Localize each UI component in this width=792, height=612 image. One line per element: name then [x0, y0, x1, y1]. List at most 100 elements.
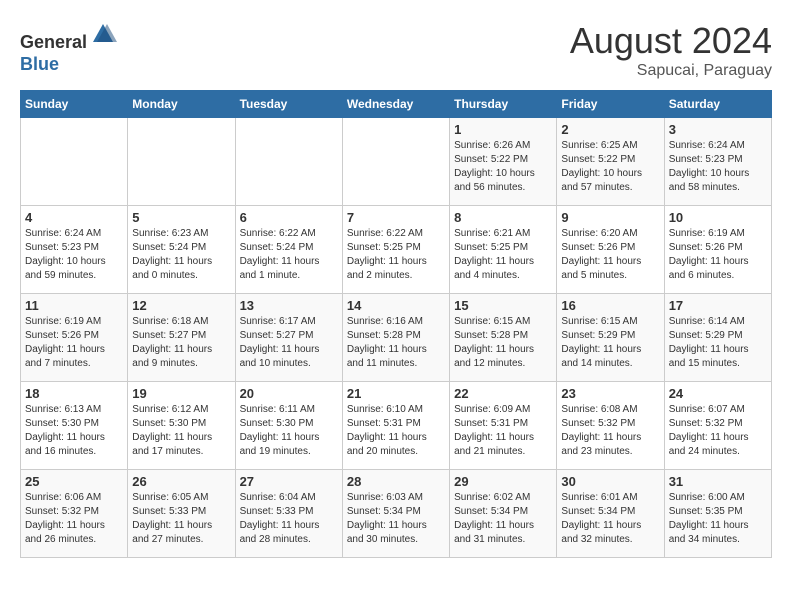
- location-subtitle: Sapucai, Paraguay: [570, 62, 772, 80]
- day-cell: 30 Sunrise: 6:01 AMSunset: 5:34 PMDayligh…: [557, 470, 664, 558]
- logo-blue: Blue: [20, 54, 59, 74]
- logo: General Blue: [20, 20, 117, 75]
- cell-info: Sunrise: 6:16 AMSunset: 5:28 PMDaylight:…: [347, 315, 445, 371]
- day-cell: 25Sunrise: 6:06 AMSunset: 5:32 PMDayligh…: [21, 470, 128, 558]
- logo-icon: [89, 20, 117, 48]
- cell-info: Sunrise: 6:22 AMSunset: 5:25 PMDaylight:…: [347, 227, 445, 283]
- cell-info: Sunrise: 6:07 AMSunset: 5:32 PMDaylight:…: [669, 403, 767, 459]
- day-cell: 9 Sunrise: 6:20 AMSunset: 5:26 PMDaylight…: [557, 206, 664, 294]
- day-header-monday: Monday: [128, 91, 235, 118]
- day-number: 28: [347, 474, 445, 489]
- day-number: 16: [561, 298, 659, 313]
- day-cell: 27Sunrise: 6:04 AMSunset: 5:33 PMDayligh…: [235, 470, 342, 558]
- week-row-1: 1 Sunrise: 6:26 AMSunset: 5:22 PMDaylight…: [21, 118, 772, 206]
- day-cell: [342, 118, 449, 206]
- day-cell: 11Sunrise: 6:19 AMSunset: 5:26 PMDayligh…: [21, 294, 128, 382]
- cell-info: Sunrise: 6:23 AMSunset: 5:24 PMDaylight:…: [132, 227, 230, 283]
- cell-info: Sunrise: 6:15 AMSunset: 5:28 PMDaylight:…: [454, 315, 552, 371]
- cell-info: Sunrise: 6:12 AMSunset: 5:30 PMDaylight:…: [132, 403, 230, 459]
- day-number: 21: [347, 386, 445, 401]
- day-cell: 13 Sunrise: 6:17 AMSunset: 5:27 PMDayligh…: [235, 294, 342, 382]
- day-number: 6: [240, 210, 338, 225]
- cell-info: Sunrise: 6:22 AMSunset: 5:24 PMDaylight:…: [240, 227, 338, 283]
- day-number: 29: [454, 474, 552, 489]
- day-number: 24: [669, 386, 767, 401]
- day-number: 20: [240, 386, 338, 401]
- cell-info: Sunrise: 6:26 AMSunset: 5:22 PMDaylight:…: [454, 139, 552, 195]
- cell-info: Sunrise: 6:21 AMSunset: 5:25 PMDaylight:…: [454, 227, 552, 283]
- day-header-saturday: Saturday: [664, 91, 771, 118]
- day-cell: 12 Sunrise: 6:18 AMSunset: 5:27 PMDayligh…: [128, 294, 235, 382]
- day-cell: 22Sunrise: 6:09 AMSunset: 5:31 PMDayligh…: [450, 382, 557, 470]
- day-cell: 26Sunrise: 6:05 AMSunset: 5:33 PMDayligh…: [128, 470, 235, 558]
- week-row-4: 18Sunrise: 6:13 AMSunset: 5:30 PMDayligh…: [21, 382, 772, 470]
- day-cell: 31Sunrise: 6:00 AMSunset: 5:35 PMDayligh…: [664, 470, 771, 558]
- title-area: August 2024 Sapucai, Paraguay: [570, 20, 772, 80]
- day-cell: 15 Sunrise: 6:15 AMSunset: 5:28 PMDayligh…: [450, 294, 557, 382]
- cell-info: Sunrise: 6:04 AMSunset: 5:33 PMDaylight:…: [240, 491, 338, 547]
- day-cell: [128, 118, 235, 206]
- cell-info: Sunrise: 6:03 AMSunset: 5:34 PMDaylight:…: [347, 491, 445, 547]
- cell-info: Sunrise: 6:25 AMSunset: 5:22 PMDaylight:…: [561, 139, 659, 195]
- day-cell: 5 Sunrise: 6:23 AMSunset: 5:24 PMDaylight…: [128, 206, 235, 294]
- day-number: 12: [132, 298, 230, 313]
- day-cell: 14 Sunrise: 6:16 AMSunset: 5:28 PMDayligh…: [342, 294, 449, 382]
- cell-info: Sunrise: 6:01 AMSunset: 5:34 PMDaylight:…: [561, 491, 659, 547]
- day-header-thursday: Thursday: [450, 91, 557, 118]
- day-cell: 3Sunrise: 6:24 AMSunset: 5:23 PMDaylight…: [664, 118, 771, 206]
- week-row-3: 11Sunrise: 6:19 AMSunset: 5:26 PMDayligh…: [21, 294, 772, 382]
- day-number: 15: [454, 298, 552, 313]
- day-cell: 23 Sunrise: 6:08 AMSunset: 5:32 PMDayligh…: [557, 382, 664, 470]
- day-cell: 18Sunrise: 6:13 AMSunset: 5:30 PMDayligh…: [21, 382, 128, 470]
- cell-info: Sunrise: 6:19 AMSunset: 5:26 PMDaylight:…: [669, 227, 767, 283]
- day-number: 7: [347, 210, 445, 225]
- week-row-2: 4 Sunrise: 6:24 AMSunset: 5:23 PMDaylight…: [21, 206, 772, 294]
- day-number: 10: [669, 210, 767, 225]
- cell-info: Sunrise: 6:18 AMSunset: 5:27 PMDaylight:…: [132, 315, 230, 371]
- day-number: 9: [561, 210, 659, 225]
- day-number: 18: [25, 386, 123, 401]
- day-cell: 6 Sunrise: 6:22 AMSunset: 5:24 PMDaylight…: [235, 206, 342, 294]
- cell-info: Sunrise: 6:24 AMSunset: 5:23 PMDaylight:…: [25, 227, 123, 283]
- cell-info: Sunrise: 6:00 AMSunset: 5:35 PMDaylight:…: [669, 491, 767, 547]
- day-cell: 8Sunrise: 6:21 AMSunset: 5:25 PMDaylight…: [450, 206, 557, 294]
- day-number: 5: [132, 210, 230, 225]
- day-number: 19: [132, 386, 230, 401]
- day-header-tuesday: Tuesday: [235, 91, 342, 118]
- day-number: 23: [561, 386, 659, 401]
- cell-info: Sunrise: 6:08 AMSunset: 5:32 PMDaylight:…: [561, 403, 659, 459]
- day-header-sunday: Sunday: [21, 91, 128, 118]
- day-cell: 19 Sunrise: 6:12 AMSunset: 5:30 PMDayligh…: [128, 382, 235, 470]
- day-number: 4: [25, 210, 123, 225]
- day-cell: [235, 118, 342, 206]
- day-cell: 21 Sunrise: 6:10 AMSunset: 5:31 PMDayligh…: [342, 382, 449, 470]
- day-number: 14: [347, 298, 445, 313]
- cell-info: Sunrise: 6:17 AMSunset: 5:27 PMDaylight:…: [240, 315, 338, 371]
- day-cell: 7 Sunrise: 6:22 AMSunset: 5:25 PMDaylight…: [342, 206, 449, 294]
- day-cell: [21, 118, 128, 206]
- cell-info: Sunrise: 6:05 AMSunset: 5:33 PMDaylight:…: [132, 491, 230, 547]
- day-cell: 1 Sunrise: 6:26 AMSunset: 5:22 PMDaylight…: [450, 118, 557, 206]
- day-number: 17: [669, 298, 767, 313]
- day-number: 13: [240, 298, 338, 313]
- page-header: General Blue August 2024 Sapucai, Paragu…: [20, 20, 772, 80]
- logo-general: General: [20, 32, 87, 52]
- calendar-table: SundayMondayTuesdayWednesdayThursdayFrid…: [20, 90, 772, 558]
- calendar-header: SundayMondayTuesdayWednesdayThursdayFrid…: [21, 91, 772, 118]
- day-number: 30: [561, 474, 659, 489]
- cell-info: Sunrise: 6:19 AMSunset: 5:26 PMDaylight:…: [25, 315, 123, 371]
- day-number: 1: [454, 122, 552, 137]
- day-header-wednesday: Wednesday: [342, 91, 449, 118]
- day-cell: 29Sunrise: 6:02 AMSunset: 5:34 PMDayligh…: [450, 470, 557, 558]
- day-number: 3: [669, 122, 767, 137]
- day-cell: 16Sunrise: 6:15 AMSunset: 5:29 PMDayligh…: [557, 294, 664, 382]
- day-number: 22: [454, 386, 552, 401]
- day-number: 2: [561, 122, 659, 137]
- calendar-body: 1 Sunrise: 6:26 AMSunset: 5:22 PMDaylight…: [21, 118, 772, 558]
- cell-info: Sunrise: 6:20 AMSunset: 5:26 PMDaylight:…: [561, 227, 659, 283]
- day-header-friday: Friday: [557, 91, 664, 118]
- cell-info: Sunrise: 6:14 AMSunset: 5:29 PMDaylight:…: [669, 315, 767, 371]
- cell-info: Sunrise: 6:06 AMSunset: 5:32 PMDaylight:…: [25, 491, 123, 547]
- day-cell: 4 Sunrise: 6:24 AMSunset: 5:23 PMDaylight…: [21, 206, 128, 294]
- cell-info: Sunrise: 6:10 AMSunset: 5:31 PMDaylight:…: [347, 403, 445, 459]
